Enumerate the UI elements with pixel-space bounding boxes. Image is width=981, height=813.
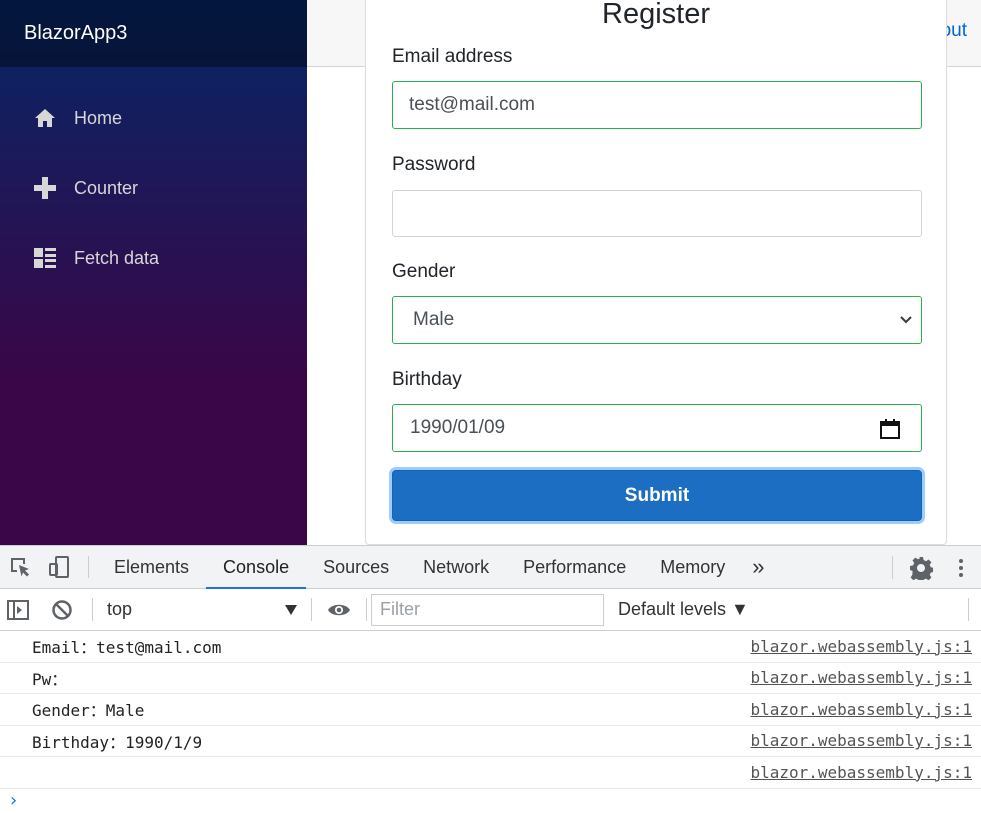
inspect-element-icon[interactable] — [0, 546, 40, 588]
email-value: test@mail.com — [409, 94, 535, 115]
register-card: Register Email address test@mail.com Pas… — [365, 0, 947, 545]
brand-link[interactable]: BlazorApp3 — [24, 22, 127, 45]
email-field[interactable]: test@mail.com — [392, 81, 922, 129]
sidebar-toggle-icon[interactable] — [0, 598, 36, 622]
console-message: Pw： — [32, 669, 68, 689]
divider — [311, 598, 312, 621]
nav-item-label: Fetch data — [74, 247, 160, 268]
more-tabs-button[interactable]: » — [742, 546, 774, 588]
gear-icon[interactable] — [901, 556, 941, 580]
console-message: Email：test@mail.com — [32, 638, 222, 658]
gender-value: Male — [413, 309, 455, 330]
console-row: Pw： blazor.webassembly.js:1 — [0, 663, 981, 694]
source-link[interactable]: blazor.webassembly.js:1 — [750, 763, 972, 782]
kebab-menu-icon[interactable] — [941, 556, 981, 580]
console-message: Birthday：1990/1/9 — [32, 732, 203, 752]
console-row: Gender：Male blazor.webassembly.js:1 — [0, 694, 981, 726]
submit-button[interactable]: Submit — [392, 470, 922, 521]
console-prompt[interactable]: › — [8, 790, 19, 811]
password-label: Password — [392, 154, 476, 175]
nav-item-fetch-data[interactable]: Fetch data — [0, 223, 307, 293]
console-row: Birthday：1990/1/9 blazor.webassembly.js:… — [0, 726, 981, 757]
divider — [892, 556, 893, 579]
devtools-actions — [884, 546, 981, 589]
tab-sources[interactable]: Sources — [306, 546, 406, 588]
nav-item-home[interactable]: Home — [0, 83, 307, 153]
source-link[interactable]: blazor.webassembly.js:1 — [750, 668, 972, 687]
tab-network[interactable]: Network — [406, 546, 506, 588]
app-window: BlazorApp3 Home Counter Fetch data out R… — [0, 0, 981, 545]
caret-down-icon — [285, 604, 297, 615]
context-value: top — [107, 599, 133, 619]
context-select[interactable]: top — [97, 595, 307, 625]
gender-label: Gender — [392, 261, 456, 282]
devtools-tabbar: Elements Console Sources Network Perform… — [0, 546, 981, 589]
chevron-down-icon — [900, 316, 912, 324]
devtools-panel: Elements Console Sources Network Perform… — [0, 545, 981, 813]
filter-placeholder: Filter — [380, 599, 420, 619]
birthday-field[interactable]: 1990/01/09 — [392, 404, 922, 452]
console-row: blazor.webassembly.js:1 — [0, 757, 981, 789]
device-toolbar-icon[interactable] — [40, 546, 80, 588]
tab-memory[interactable]: Memory — [643, 546, 742, 588]
email-label: Email address — [392, 46, 513, 67]
console-row: Email：test@mail.com blazor.webassembly.j… — [0, 631, 981, 663]
eye-icon[interactable] — [316, 598, 362, 622]
nav-item-label: Counter — [74, 177, 139, 198]
divider — [92, 598, 93, 621]
home-icon — [32, 105, 58, 131]
source-link[interactable]: blazor.webassembly.js:1 — [750, 637, 972, 656]
clear-console-icon[interactable] — [36, 598, 88, 622]
filter-input[interactable]: Filter — [371, 593, 604, 626]
birthday-value: 1990/01/09 — [410, 417, 506, 438]
gender-select[interactable]: Male — [392, 296, 922, 344]
log-levels-dropdown[interactable]: Default levels ▼ — [618, 599, 749, 620]
tab-elements[interactable]: Elements — [97, 546, 206, 588]
plus-icon — [32, 175, 58, 201]
console-message: Gender：Male — [32, 701, 145, 721]
console-messages: Email：test@mail.com blazor.webassembly.j… — [0, 631, 981, 789]
divider — [88, 556, 89, 578]
source-link[interactable]: blazor.webassembly.js:1 — [750, 731, 972, 750]
console-toolbar: top Filter Default levels ▼ — [0, 589, 981, 631]
calendar-icon[interactable] — [879, 418, 901, 440]
divider — [968, 598, 969, 621]
sidebar: BlazorApp3 Home Counter Fetch data — [0, 0, 307, 545]
list-icon — [32, 245, 58, 271]
source-link[interactable]: blazor.webassembly.js:1 — [750, 700, 972, 719]
nav-item-counter[interactable]: Counter — [0, 153, 307, 223]
tab-console[interactable]: Console — [206, 546, 307, 589]
page-title: Register — [602, 0, 710, 30]
password-field[interactable] — [392, 190, 922, 237]
divider — [366, 598, 367, 621]
nav-item-label: Home — [74, 107, 123, 128]
birthday-label: Birthday — [392, 369, 462, 390]
brand-bar: BlazorApp3 — [0, 0, 307, 67]
tab-performance[interactable]: Performance — [506, 546, 643, 588]
nav-menu: Home Counter Fetch data — [0, 67, 307, 293]
